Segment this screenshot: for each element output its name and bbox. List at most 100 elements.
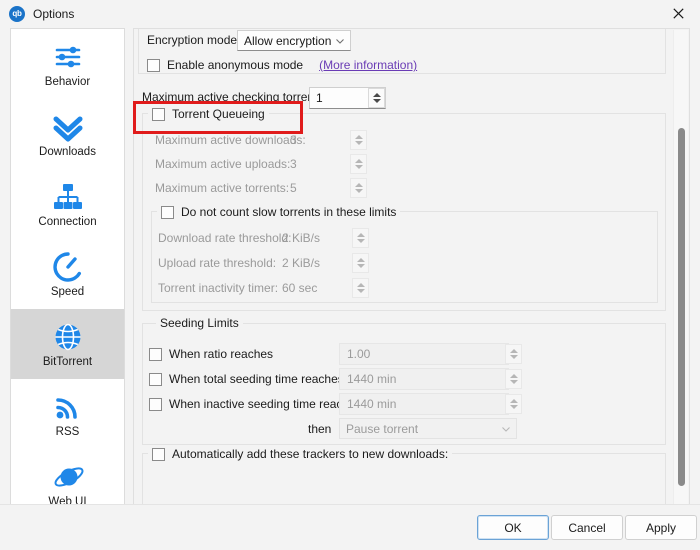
sidebar-item-label: Connection bbox=[38, 215, 97, 228]
inactive-seeding-time-input[interactable]: 1440 min bbox=[339, 393, 509, 415]
stepper-down-icon[interactable] bbox=[509, 405, 518, 409]
stepper-down-icon[interactable] bbox=[354, 141, 363, 145]
encryption-mode-label: Encryption mode: bbox=[147, 33, 241, 47]
max-active-uploads-value: 3 bbox=[290, 157, 297, 171]
auto-trackers-checkbox[interactable] bbox=[152, 447, 165, 461]
ratio-limit-checkbox[interactable] bbox=[149, 347, 162, 361]
stepper-up-icon[interactable] bbox=[356, 258, 365, 262]
apply-button[interactable]: Apply bbox=[625, 515, 697, 540]
stepper-down-icon[interactable] bbox=[354, 165, 363, 169]
sidebar-item-downloads[interactable]: Downloads bbox=[11, 99, 124, 169]
sidebar-item-label: Behavior bbox=[44, 75, 91, 88]
more-information-link[interactable]: (More information) bbox=[319, 58, 417, 72]
sidebar-item-rss[interactable]: RSS bbox=[11, 379, 124, 449]
sidebar-item-speed[interactable]: Speed bbox=[11, 239, 124, 309]
sidebar-item-label: Downloads bbox=[39, 145, 96, 158]
slow-torrents-checkbox[interactable] bbox=[161, 205, 174, 219]
network-icon bbox=[51, 180, 85, 214]
download-rate-threshold-input[interactable]: 2 KiB/s bbox=[276, 227, 348, 249]
sliders-icon bbox=[51, 40, 85, 74]
scrollbar-thumb[interactable] bbox=[678, 128, 685, 486]
dialog-button-bar: OK Cancel Apply bbox=[0, 504, 700, 550]
max-active-torrents-label: Maximum active torrents: bbox=[155, 181, 290, 195]
download-rate-threshold-value: 2 KiB/s bbox=[282, 231, 321, 245]
ok-button[interactable]: OK bbox=[477, 515, 549, 540]
anonymous-mode-checkbox[interactable] bbox=[147, 58, 160, 72]
upload-rate-threshold-label: Upload rate threshold: bbox=[158, 256, 277, 270]
sidebar-item-bittorrent[interactable]: BitTorrent bbox=[11, 309, 124, 379]
max-checking-torrents-value: 1 bbox=[316, 91, 323, 105]
settings-sidebar[interactable]: Behavior Downloads Connection Speed BitT… bbox=[10, 28, 125, 520]
anonymous-mode-label: Enable anonymous mode bbox=[167, 58, 304, 72]
max-active-torrents-input[interactable]: 5 bbox=[284, 177, 354, 199]
sidebar-item-behavior[interactable]: Behavior bbox=[11, 29, 124, 99]
max-active-downloads-stepper[interactable] bbox=[350, 130, 367, 150]
total-seeding-time-value: 1440 min bbox=[347, 372, 397, 386]
slow-torrents-label: Do not count slow torrents in these limi… bbox=[181, 205, 397, 219]
stepper-up-icon[interactable] bbox=[509, 399, 518, 403]
ratio-limit-input[interactable]: 1.00 bbox=[339, 343, 509, 365]
seeding-limits-title: Seeding Limits bbox=[156, 316, 243, 330]
sidebar-item-label: Speed bbox=[50, 285, 85, 298]
inactive-seeding-time-value: 1440 min bbox=[347, 397, 397, 411]
max-active-torrents-label-row: Maximum active torrents: bbox=[155, 181, 289, 195]
chevron-down-icon bbox=[500, 423, 512, 435]
stepper-up-icon[interactable] bbox=[372, 93, 381, 97]
sidebar-item-label: RSS bbox=[55, 425, 80, 438]
inactivity-timer-stepper[interactable] bbox=[352, 278, 369, 298]
inactivity-timer-input[interactable]: 60 sec bbox=[276, 277, 348, 299]
stepper-down-icon[interactable] bbox=[356, 289, 365, 293]
max-active-uploads-stepper[interactable] bbox=[350, 154, 367, 174]
qbittorrent-logo-icon: qb bbox=[9, 5, 25, 22]
max-active-uploads-label: Maximum active uploads: bbox=[155, 157, 291, 171]
stepper-up-icon[interactable] bbox=[354, 135, 363, 139]
upload-rate-threshold-stepper[interactable] bbox=[352, 253, 369, 273]
ratio-limit-value: 1.00 bbox=[347, 347, 371, 361]
max-active-uploads-label-row: Maximum active uploads: bbox=[155, 157, 290, 171]
inactive-seeding-time-row: When inactive seeding time reaches bbox=[149, 397, 362, 411]
inactive-seeding-time-stepper[interactable] bbox=[505, 394, 522, 414]
seeding-limit-action-value: Pause torrent bbox=[346, 421, 419, 436]
max-active-torrents-stepper[interactable] bbox=[350, 178, 367, 198]
stepper-down-icon[interactable] bbox=[356, 264, 365, 268]
max-active-uploads-input[interactable]: 3 bbox=[284, 153, 354, 175]
stepper-up-icon[interactable] bbox=[509, 349, 518, 353]
stepper-down-icon[interactable] bbox=[509, 380, 518, 384]
stepper-up-icon[interactable] bbox=[354, 183, 363, 187]
download-rate-threshold-stepper[interactable] bbox=[352, 228, 369, 248]
window-title: Options bbox=[33, 6, 75, 21]
stepper-up-icon[interactable] bbox=[354, 159, 363, 163]
encryption-mode-select[interactable]: Allow encryption bbox=[237, 30, 351, 51]
total-seeding-time-checkbox[interactable] bbox=[149, 372, 162, 386]
inactivity-timer-label-row: Torrent inactivity timer: bbox=[158, 281, 278, 295]
max-checking-torrents-stepper[interactable] bbox=[368, 88, 385, 108]
ratio-limit-row: When ratio reaches bbox=[149, 347, 273, 361]
seeding-limit-action-select[interactable]: Pause torrent bbox=[339, 418, 517, 439]
then-label-row: then bbox=[308, 422, 331, 436]
stepper-down-icon[interactable] bbox=[356, 239, 365, 243]
stepper-down-icon[interactable] bbox=[354, 189, 363, 193]
encryption-mode-value: Allow encryption bbox=[244, 33, 332, 48]
close-icon[interactable] bbox=[656, 0, 700, 27]
ratio-limit-stepper[interactable] bbox=[505, 344, 522, 364]
inactivity-timer-value: 60 sec bbox=[282, 281, 318, 295]
total-seeding-time-input[interactable]: 1440 min bbox=[339, 368, 509, 390]
stepper-up-icon[interactable] bbox=[509, 374, 518, 378]
speedometer-icon bbox=[51, 250, 85, 284]
sidebar-item-connection[interactable]: Connection bbox=[11, 169, 124, 239]
stepper-up-icon[interactable] bbox=[356, 283, 365, 287]
content-scrollbar[interactable] bbox=[673, 30, 688, 519]
then-label: then bbox=[308, 422, 332, 436]
stepper-up-icon[interactable] bbox=[356, 233, 365, 237]
cancel-button[interactable]: Cancel bbox=[551, 515, 623, 540]
stepper-down-icon[interactable] bbox=[372, 99, 381, 103]
total-seeding-time-row: When total seeding time reaches bbox=[149, 372, 344, 386]
auto-trackers-row: Automatically add these trackers to new … bbox=[148, 447, 453, 461]
ratio-limit-label: When ratio reaches bbox=[169, 347, 274, 361]
stepper-down-icon[interactable] bbox=[509, 355, 518, 359]
inactive-seeding-time-checkbox[interactable] bbox=[149, 397, 162, 411]
anonymous-mode-row: Enable anonymous mode (More information) bbox=[147, 58, 417, 72]
total-seeding-time-stepper[interactable] bbox=[505, 369, 522, 389]
options-dialog: qb Options Behavior Downloads Connection… bbox=[0, 0, 700, 550]
upload-rate-threshold-input[interactable]: 2 KiB/s bbox=[276, 252, 348, 274]
